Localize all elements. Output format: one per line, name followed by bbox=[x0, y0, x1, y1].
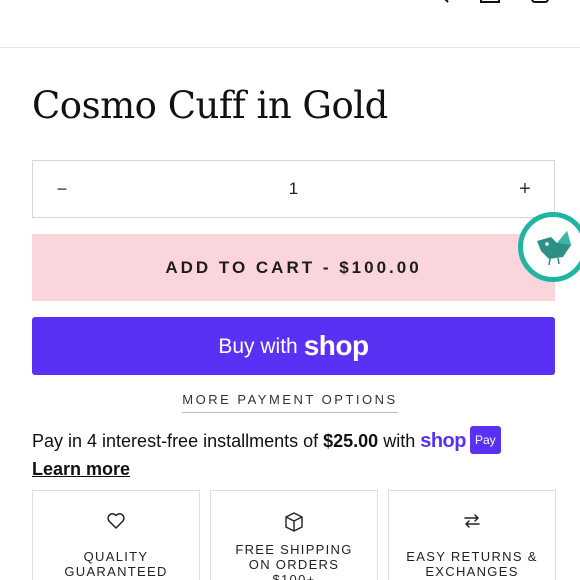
add-to-cart-label: ADD TO CART - $100.00 bbox=[165, 257, 422, 277]
shop-logo: shop bbox=[303, 330, 369, 361]
plus-icon: + bbox=[519, 177, 531, 200]
feature-card-quality: QUALITY GUARANTEED bbox=[32, 490, 200, 580]
decrease-quantity-button[interactable]: − bbox=[33, 161, 91, 217]
feature-label: EASY RETURNS & EXCHANGES bbox=[406, 549, 538, 579]
box-icon bbox=[283, 511, 305, 535]
shop-pay-badge: Pay bbox=[470, 426, 501, 454]
minus-icon: − bbox=[56, 178, 68, 199]
installments-text-before: Pay in 4 interest-free installments of bbox=[32, 431, 324, 451]
installment-amount: $25.00 bbox=[323, 431, 379, 451]
more-payment-options-container: MORE PAYMENT OPTIONS bbox=[0, 391, 580, 413]
buy-with-label: Buy with bbox=[218, 334, 298, 358]
product-title: Cosmo Cuff in Gold bbox=[32, 84, 388, 127]
installments-message: Pay in 4 interest-free installments of $… bbox=[32, 426, 562, 482]
learn-more-link[interactable]: Learn more bbox=[32, 456, 130, 482]
quantity-input[interactable]: 1 bbox=[233, 161, 354, 217]
site-header bbox=[0, 0, 580, 48]
cart-icon[interactable] bbox=[528, 0, 552, 6]
buy-with-shop-button[interactable]: Buy with shop bbox=[32, 317, 555, 375]
shop-pay-logo: shop bbox=[420, 430, 466, 452]
quantity-stepper: − 1 + bbox=[32, 160, 555, 218]
more-payment-options-link[interactable]: MORE PAYMENT OPTIONS bbox=[182, 392, 398, 413]
account-icon[interactable] bbox=[478, 0, 502, 6]
installments-text-after: with bbox=[378, 431, 421, 451]
search-icon[interactable] bbox=[428, 0, 452, 6]
feature-label: QUALITY GUARANTEED bbox=[64, 549, 168, 579]
feature-card-shipping: FREE SHIPPING ON ORDERS $100+ bbox=[210, 490, 378, 580]
heart-icon bbox=[106, 511, 126, 535]
feature-card-returns: EASY RETURNS & EXCHANGES bbox=[388, 490, 556, 580]
feature-label: FREE SHIPPING ON ORDERS $100+ bbox=[235, 542, 353, 580]
exchange-arrows-icon bbox=[462, 511, 482, 535]
increase-quantity-button[interactable]: + bbox=[496, 161, 554, 217]
floating-widget-button[interactable] bbox=[518, 212, 580, 282]
add-to-cart-button[interactable]: ADD TO CART - $100.00 bbox=[32, 234, 555, 301]
